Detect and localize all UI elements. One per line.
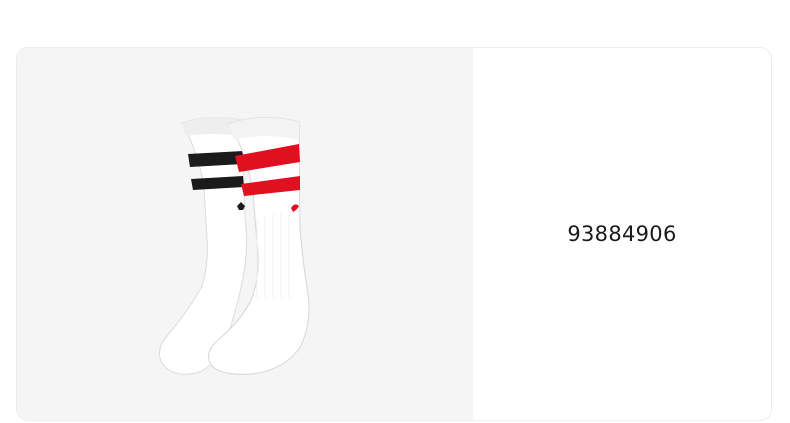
product-code: 93884906 <box>567 222 677 246</box>
product-info-panel: 93884906 <box>473 48 771 420</box>
product-card[interactable]: 93884906 <box>16 47 772 421</box>
socks-pair-image <box>158 116 310 375</box>
product-image-panel[interactable] <box>17 48 473 420</box>
